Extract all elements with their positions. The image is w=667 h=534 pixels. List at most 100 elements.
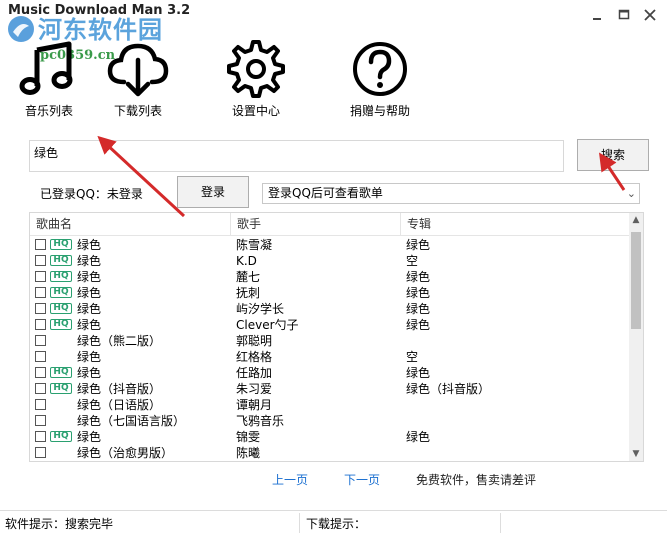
playlist-select[interactable]: 登录QQ后可查看歌单 ⌄ [262, 183, 640, 204]
status-divider [299, 513, 300, 533]
hq-badge: HQ [50, 239, 72, 250]
chevron-down-icon: ⌄ [626, 187, 636, 200]
row-checkbox[interactable] [35, 399, 46, 410]
artist-cell: 陈曦 [236, 446, 261, 460]
song-name-cell: 绿色 [77, 286, 102, 300]
scroll-down-icon[interactable]: ▼ [629, 449, 643, 459]
login-status: 已登录QQ：未登录 [40, 187, 143, 201]
artist-cell: 谭朝月 [236, 398, 273, 412]
table-row[interactable]: HQ 绿色 锦雯 绿色 [30, 429, 630, 445]
row-checkbox[interactable] [35, 287, 46, 298]
album-cell: 绿色（抖音版） [406, 382, 491, 396]
table-row[interactable]: 绿色（熊二版） 郭聪明 [30, 333, 630, 349]
nav-music-list[interactable]: 音乐列表 [4, 40, 94, 118]
table-row[interactable]: HQ 绿色 陈雪凝 绿色 [30, 237, 630, 253]
close-icon [644, 9, 656, 21]
artist-cell: 抚刺 [236, 286, 261, 300]
close-button[interactable] [640, 6, 660, 24]
artist-cell: 郭聪明 [236, 334, 273, 348]
table-row[interactable]: 绿色（日语版） 谭朝月 [30, 397, 630, 413]
hq-badge: HQ [50, 367, 72, 378]
table-header: 歌曲名 歌手 专辑 [30, 213, 630, 236]
nav-settings-label: 设置中心 [231, 104, 280, 118]
search-button[interactable]: 搜索 [577, 139, 649, 171]
cloud-download-icon [107, 43, 169, 97]
row-checkbox[interactable] [35, 319, 46, 330]
table-row[interactable]: HQ 绿色 抚刺 绿色 [30, 285, 630, 301]
table-row[interactable]: HQ 绿色 屿汐学长 绿色 [30, 301, 630, 317]
hq-badge: HQ [50, 255, 72, 266]
table-row[interactable]: 绿色 红格格 空 [30, 349, 630, 365]
album-cell: 绿色 [406, 430, 431, 444]
song-name-cell: 绿色（治愈男版） [77, 446, 174, 460]
software-tip: 软件提示：搜索完毕 [5, 517, 114, 531]
table-rows: HQ 绿色 陈雪凝 绿色 HQ 绿色 K.D 空 HQ 绿色 麓七 绿色 HQ 绿色 抚刺 绿色 HQ 绿色 屿汐学… [30, 237, 630, 461]
next-page-link[interactable]: 下一页 [344, 471, 380, 488]
scrollbar-thumb[interactable] [631, 232, 641, 329]
artist-cell: 红格格 [236, 350, 273, 364]
artist-cell: 朱习爱 [236, 382, 273, 396]
nav-settings[interactable]: 设置中心 [211, 40, 301, 118]
prev-page-link[interactable]: 上一页 [272, 471, 308, 488]
table-row[interactable]: HQ 绿色 任路加 绿色 [30, 365, 630, 381]
song-name-cell: 绿色 [77, 350, 102, 364]
nav-music-list-label: 音乐列表 [24, 104, 73, 118]
maximize-button[interactable] [614, 6, 634, 24]
song-table: 歌曲名 歌手 专辑 HQ 绿色 陈雪凝 绿色 HQ 绿色 K.D 空 HQ 绿色 麓七 绿色 HQ 绿色抚… [29, 212, 644, 462]
song-name-cell: 绿色（七国语言版） [77, 414, 186, 428]
artist-cell: 麓七 [236, 270, 261, 284]
album-cell: 空 [406, 254, 419, 268]
table-row[interactable]: HQ 绿色 麓七 绿色 [30, 269, 630, 285]
row-checkbox[interactable] [35, 367, 46, 378]
hq-badge: HQ [50, 431, 72, 442]
table-row[interactable]: HQ 绿色（抖音版） 朱习爱 绿色（抖音版） [30, 381, 630, 397]
artist-cell: 陈雪凝 [236, 238, 273, 252]
table-row[interactable]: HQ 绿色 Clever勺子 绿色 [30, 317, 630, 333]
album-cell [406, 445, 626, 461]
column-header-album[interactable]: 专辑 [400, 213, 630, 235]
row-checkbox[interactable] [35, 383, 46, 394]
album-cell: 空 [406, 350, 419, 364]
column-header-artist[interactable]: 歌手 [230, 213, 400, 235]
song-name-cell: 绿色（日语版） [77, 398, 162, 412]
minimize-button[interactable] [587, 6, 607, 24]
maximize-icon [618, 9, 630, 20]
row-checkbox[interactable] [35, 271, 46, 282]
row-checkbox[interactable] [35, 415, 46, 426]
artist-cell: Clever勺子 [236, 318, 299, 332]
song-name-cell: 绿色 [77, 270, 102, 284]
album-cell: 绿色 [406, 366, 431, 380]
row-checkbox[interactable] [35, 335, 46, 346]
column-header-song[interactable]: 歌曲名 [30, 213, 230, 235]
row-checkbox[interactable] [35, 351, 46, 362]
row-checkbox[interactable] [35, 303, 46, 314]
row-checkbox[interactable] [35, 447, 46, 458]
artist-cell: 锦雯 [236, 430, 261, 444]
table-scrollbar[interactable]: ▲ ▼ [629, 213, 643, 461]
artist-cell: 飞鸦音乐 [236, 414, 285, 428]
song-name-cell: 绿色（熊二版） [77, 334, 162, 348]
hq-badge: HQ [50, 319, 72, 330]
hq-badge: HQ [50, 383, 72, 394]
login-button[interactable]: 登录 [177, 176, 249, 208]
download-tip: 下载提示： [306, 517, 367, 531]
free-software-note: 免费软件，售卖请差评 [416, 473, 537, 487]
table-row[interactable]: 绿色（七国语言版） 飞鸦音乐 [30, 413, 630, 429]
row-checkbox[interactable] [35, 255, 46, 266]
table-row[interactable]: HQ 绿色 K.D 空 [30, 253, 630, 269]
nav-donate-help[interactable]: 捐赠与帮助 [335, 40, 425, 118]
artist-cell: 屿汐学长 [236, 302, 285, 316]
gear-icon [227, 40, 285, 98]
minimize-icon [593, 18, 601, 20]
search-input[interactable]: 绿色 [29, 140, 564, 172]
playlist-select-value: 登录QQ后可查看歌单 [268, 186, 383, 200]
row-checkbox[interactable] [35, 431, 46, 442]
song-name-cell: 绿色（抖音版） [77, 382, 162, 396]
status-bar: 软件提示：搜索完毕 下载提示： [0, 510, 667, 534]
table-row[interactable]: 绿色（治愈男版） 陈曦 [30, 445, 630, 461]
row-checkbox[interactable] [35, 239, 46, 250]
scroll-up-icon[interactable]: ▲ [629, 215, 643, 225]
artist-cell: K.D [236, 254, 257, 268]
nav-download-list[interactable]: 下载列表 [93, 40, 183, 118]
album-cell [406, 413, 626, 429]
